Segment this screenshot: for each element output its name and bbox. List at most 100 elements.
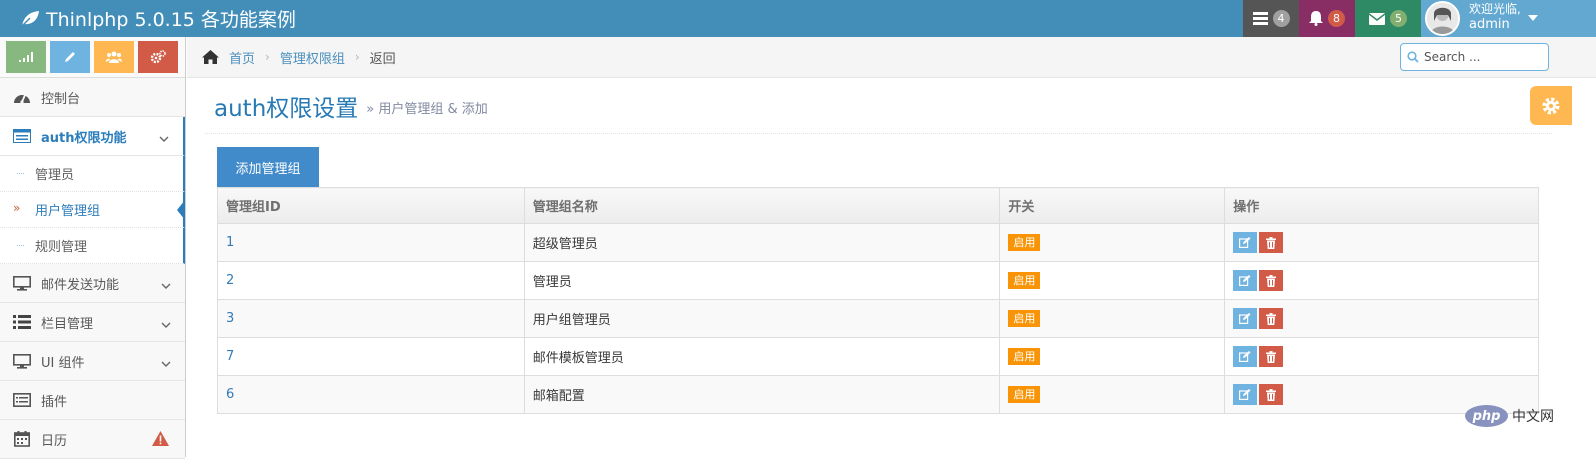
- group-name: 邮件模板管理员: [523, 337, 1001, 376]
- calendar-icon: [11, 431, 33, 447]
- gear-icon: [1542, 97, 1560, 114]
- column-header[interactable]: 管理组ID: [217, 187, 525, 224]
- sidebar: 控制台 auth权限功能 管理员 » 用户管理组 规则管理 邮件发送功能 栏目管…: [0, 37, 186, 459]
- table-row: 3 用户组管理员 启用: [217, 299, 1539, 338]
- avatar: [1425, 1, 1460, 36]
- group-name: 管理员: [523, 261, 1001, 300]
- tasks-badge: 4: [1272, 10, 1290, 27]
- cogs-icon: [150, 50, 166, 64]
- double-chevron-right-icon: »: [13, 201, 21, 215]
- table-row: 6 邮箱配置 启用: [217, 375, 1539, 414]
- column-header[interactable]: 管理组名称: [523, 187, 1001, 224]
- sidebar-item-columns[interactable]: 栏目管理: [0, 303, 185, 342]
- desktop-icon: [11, 275, 33, 291]
- pencil-icon: [65, 52, 75, 62]
- status-badge[interactable]: 启用: [1008, 348, 1041, 365]
- list-alt-icon: [11, 393, 33, 407]
- brand[interactable]: Thinlphp 5.0.15 各功能案例: [20, 0, 296, 37]
- edit-icon: [1239, 275, 1251, 286]
- trash-icon: [1266, 388, 1277, 401]
- sidebar-subitem-user-groups[interactable]: » 用户管理组: [0, 192, 185, 228]
- delete-button[interactable]: [1259, 270, 1284, 291]
- sidebar-item-label: 控制台: [41, 91, 81, 107]
- sidebar-item-dashboard[interactable]: 控制台: [0, 78, 185, 117]
- active-arrow-icon: [177, 200, 185, 220]
- table-header-row: 管理组ID 管理组名称 开关 操作: [217, 187, 1539, 224]
- edit-icon: [1239, 237, 1251, 248]
- edit-icon: [1239, 351, 1251, 362]
- sidebar-item-mail[interactable]: 邮件发送功能: [0, 264, 185, 303]
- status-badge[interactable]: 启用: [1008, 234, 1041, 251]
- sidebar-subitem-label: 管理员: [35, 168, 75, 183]
- breadcrumb-home-link[interactable]: 首页: [229, 48, 255, 67]
- user-menu[interactable]: 欢迎光临, admin: [1421, 0, 1596, 37]
- sidebar-subitem-admins[interactable]: 管理员: [0, 156, 185, 192]
- search-input[interactable]: [1424, 50, 1542, 64]
- edit-button[interactable]: [1233, 232, 1258, 253]
- breadcrumb-separator-icon: ›: [265, 50, 270, 64]
- edit-icon: [1239, 389, 1251, 400]
- sidebar-item-auth[interactable]: auth权限功能: [0, 117, 185, 156]
- edit-button[interactable]: [1233, 308, 1258, 329]
- trash-icon: [1266, 350, 1277, 363]
- add-group-tab[interactable]: 添加管理组: [217, 147, 319, 188]
- trash-icon: [1266, 274, 1277, 287]
- column-header[interactable]: 开关: [999, 187, 1226, 224]
- status-badge[interactable]: 启用: [1008, 310, 1041, 327]
- delete-button[interactable]: [1259, 308, 1284, 329]
- breadcrumb-current[interactable]: 返回: [370, 48, 396, 67]
- chevron-down-icon: [161, 318, 171, 333]
- warning-icon: [152, 431, 169, 450]
- column-header[interactable]: 操作: [1224, 187, 1539, 224]
- table-row: 1 超级管理员 启用: [217, 223, 1539, 262]
- group-id: 3: [217, 299, 525, 338]
- status-badge[interactable]: 启用: [1008, 272, 1041, 289]
- sidebar-subitem-rules[interactable]: 规则管理: [0, 228, 185, 264]
- notifications-badge: 8: [1328, 10, 1345, 27]
- envelope-icon: [1369, 12, 1385, 25]
- top-navbar: Thinlphp 5.0.15 各功能案例 4 8 5 欢迎光临, admin: [0, 0, 1596, 37]
- group-id: 6: [217, 375, 525, 414]
- group-id: 2: [217, 261, 525, 300]
- edit-button[interactable]: [1233, 270, 1258, 291]
- watermark-text: 中文网: [1512, 409, 1554, 425]
- sidebar-item-plugins[interactable]: 插件: [0, 381, 185, 420]
- shortcut-edit-button[interactable]: [50, 41, 90, 73]
- delete-button[interactable]: [1259, 232, 1284, 253]
- shortcut-settings-button[interactable]: [138, 41, 178, 73]
- group-name: 邮箱配置: [523, 375, 1001, 414]
- trash-icon: [1266, 312, 1277, 325]
- delete-button[interactable]: [1259, 346, 1284, 367]
- page-subtitle: » 用户管理组 & 添加: [366, 102, 488, 117]
- leaf-icon: [20, 10, 39, 28]
- group-id: 1: [217, 223, 525, 262]
- sidebar-shortcuts: [0, 37, 185, 78]
- edit-button[interactable]: [1233, 384, 1258, 405]
- sidebar-item-ui-components[interactable]: UI 组件: [0, 342, 185, 381]
- bell-icon: [1309, 11, 1323, 26]
- delete-button[interactable]: [1259, 384, 1284, 405]
- tasks-button[interactable]: 4: [1243, 0, 1299, 37]
- php-logo: php: [1465, 405, 1508, 427]
- search-box[interactable]: [1400, 43, 1549, 71]
- status-badge[interactable]: 启用: [1008, 386, 1041, 403]
- shortcut-users-button[interactable]: [94, 41, 134, 73]
- edit-button[interactable]: [1233, 346, 1258, 367]
- breadcrumb-separator-icon: ›: [354, 50, 360, 64]
- sidebar-item-label: UI 组件: [41, 355, 85, 371]
- breadcrumb-group-link[interactable]: 管理权限组: [280, 48, 345, 67]
- sidebar-item-calendar[interactable]: 日历: [0, 420, 185, 459]
- notifications-button[interactable]: 8: [1299, 0, 1355, 37]
- sidebar-item-label: 邮件发送功能: [41, 277, 120, 293]
- messages-button[interactable]: 5: [1355, 0, 1421, 37]
- chevron-down-icon: [159, 132, 169, 147]
- desktop-icon: [11, 353, 33, 369]
- list-icon: [11, 129, 33, 143]
- shortcut-stats-button[interactable]: [6, 41, 46, 73]
- search-icon: [1407, 51, 1419, 63]
- trash-icon: [1266, 236, 1277, 249]
- settings-toggle-button[interactable]: [1530, 86, 1572, 125]
- sidebar-item-label: 插件: [41, 394, 68, 410]
- user-greeting: 欢迎光临,: [1469, 2, 1521, 16]
- group-name: 超级管理员: [523, 223, 1001, 262]
